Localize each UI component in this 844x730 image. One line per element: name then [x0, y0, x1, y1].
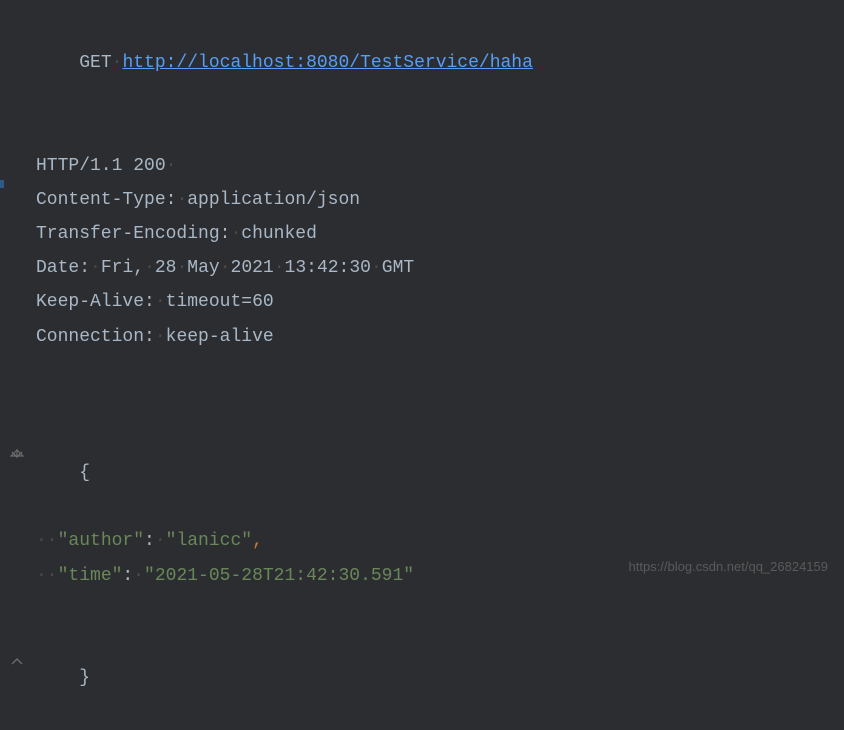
header-line: Transfer-Encoding:·chunked: [0, 217, 844, 251]
json-key: "time": [58, 566, 123, 586]
header-name: Date: [36, 258, 79, 278]
header-value: chunked: [241, 224, 317, 244]
header-name: Content-Type: [36, 190, 166, 210]
whitespace-dot: ·: [112, 53, 123, 73]
header-name: Connection: [36, 327, 144, 347]
fold-down-icon[interactable]: [8, 447, 26, 465]
trailing-comma: ,: [252, 531, 263, 551]
request-url-link[interactable]: http://localhost:8080/TestService/haha: [122, 53, 532, 73]
header-line: Connection:·keep-alive: [0, 320, 844, 354]
json-entry-line: ··"author":·"lanicc",: [0, 524, 844, 558]
blank-line: [0, 354, 844, 388]
status-line: HTTP/1.1 200·: [0, 149, 844, 183]
json-close-brace-line: }: [0, 593, 844, 730]
status-text: HTTP/1.1 200: [36, 156, 166, 176]
request-line: GET·http://localhost:8080/TestService/ha…: [0, 12, 844, 115]
header-line: Date:·Fri,·28·May·2021·13:42:30·GMT: [0, 251, 844, 285]
close-brace: }: [79, 668, 90, 688]
code-editor: GET·http://localhost:8080/TestService/ha…: [0, 0, 844, 730]
http-method: GET: [79, 53, 111, 73]
whitespace-dot: ·: [166, 156, 177, 176]
json-key: "author": [58, 531, 144, 551]
json-value: "lanicc": [166, 531, 252, 551]
json-value: "2021-05-28T21:42:30.591": [144, 566, 414, 586]
open-brace: {: [79, 463, 90, 483]
fold-up-icon[interactable]: [8, 652, 26, 670]
blank-line: [0, 115, 844, 149]
header-line: Content-Type:·application/json: [0, 183, 844, 217]
header-value: timeout=60: [166, 292, 274, 312]
header-value: application/json: [187, 190, 360, 210]
header-line: Keep-Alive:·timeout=60: [0, 285, 844, 319]
json-open-brace-line: {: [0, 388, 844, 525]
watermark: https://blog.csdn.net/qq_26824159: [629, 559, 829, 574]
header-name: Transfer-Encoding: [36, 224, 220, 244]
header-name: Keep-Alive: [36, 292, 144, 312]
header-value: keep-alive: [166, 327, 274, 347]
